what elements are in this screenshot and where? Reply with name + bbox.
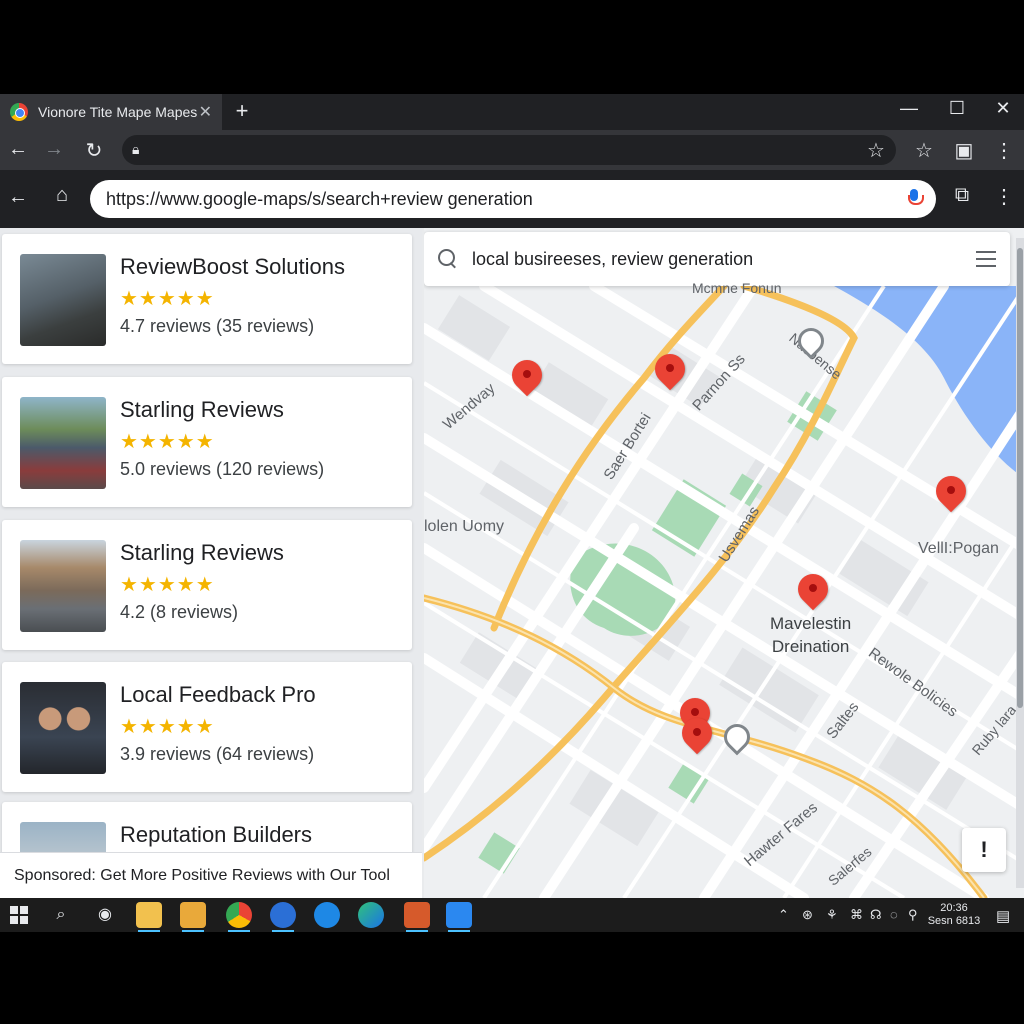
browser-app-icon[interactable] bbox=[270, 902, 296, 932]
clock-date: Sesn 6813 bbox=[927, 915, 981, 927]
hamburger-menu-icon[interactable] bbox=[976, 251, 996, 267]
map-search-query[interactable]: local busireeses, review generation bbox=[472, 249, 976, 270]
folder-icon[interactable] bbox=[180, 902, 206, 932]
chevron-up-icon[interactable]: ⌃ bbox=[778, 907, 789, 923]
map-pin-icon[interactable] bbox=[936, 476, 966, 520]
review-count: 3.9 reviews (64 reviews) bbox=[120, 744, 315, 764]
menu-kebab-icon[interactable]: ⋮ bbox=[990, 184, 1018, 209]
system-clock[interactable]: 20:36 Sesn 6813 bbox=[924, 902, 984, 928]
edge-app-icon[interactable] bbox=[314, 902, 340, 928]
map-view[interactable]: local busireeses, review generation Mcmn… bbox=[424, 228, 1024, 898]
result-card[interactable]: Starling Reviews ★★★★★ 5.0 reviews (120 … bbox=[2, 377, 412, 507]
browser-toolbar: ← → ↻ 🔒︎ ☆ ☆ ▣ ⋮ bbox=[0, 130, 1024, 170]
reload-icon[interactable]: ↻ bbox=[80, 138, 108, 163]
microphone-icon[interactable] bbox=[908, 189, 924, 209]
results-list: ReviewBoost Solutions ★★★★★ 4.7 reviews … bbox=[0, 228, 422, 898]
chrome-favicon-icon bbox=[10, 103, 28, 121]
notification-icon[interactable]: ▤ bbox=[996, 907, 1010, 925]
home-icon[interactable]: ⌂ bbox=[48, 184, 76, 207]
business-photo bbox=[20, 682, 106, 774]
map-search-box[interactable]: local busireeses, review generation bbox=[424, 232, 1010, 286]
star-rating: ★★★★★ bbox=[120, 431, 215, 453]
tray-icon[interactable]: ☊ bbox=[870, 907, 882, 923]
place-marker-icon[interactable] bbox=[724, 724, 746, 754]
map-label: lolen Uomy bbox=[424, 518, 505, 535]
edge-icon[interactable] bbox=[358, 902, 384, 928]
network-icon[interactable]: ⚲ bbox=[908, 907, 918, 923]
feedback-button[interactable]: ! bbox=[962, 828, 1006, 872]
business-photo bbox=[20, 254, 106, 346]
business-name[interactable]: Starling Reviews bbox=[120, 397, 284, 423]
star-rating: ★★★★★ bbox=[120, 288, 215, 310]
tray-icon[interactable]: ⚘ bbox=[826, 907, 838, 923]
sponsored-banner[interactable]: Sponsored: Get More Positive Reviews wit… bbox=[0, 852, 422, 898]
search-icon[interactable]: ⌕ bbox=[48, 902, 74, 928]
tray-icon[interactable]: ⊛ bbox=[802, 907, 813, 923]
new-tab-button[interactable]: + bbox=[230, 98, 254, 124]
camera-icon[interactable]: ◉ bbox=[92, 902, 118, 928]
minimize-button[interactable]: — bbox=[896, 98, 922, 119]
place-name-line: Dreination bbox=[771, 637, 850, 656]
map-label: Mcmne Fonun bbox=[692, 280, 782, 296]
extension-icon[interactable]: ▣ bbox=[950, 138, 978, 163]
star-rating: ★★★★★ bbox=[120, 574, 215, 596]
business-name[interactable]: Starling Reviews bbox=[120, 540, 284, 566]
business-name[interactable]: Local Feedback Pro bbox=[120, 682, 316, 708]
scrollbar[interactable] bbox=[1016, 238, 1024, 888]
tab-bar: Vionore Tite Mape Mapes ✕ + — ☐ ✕ bbox=[0, 94, 1024, 130]
tray-icon[interactable]: ⌘ bbox=[850, 907, 863, 923]
maximize-button[interactable]: ☐ bbox=[944, 98, 970, 119]
map-canvas[interactable] bbox=[424, 228, 1024, 898]
review-count: 4.7 reviews (35 reviews) bbox=[120, 316, 315, 336]
map-pin-icon[interactable] bbox=[512, 360, 542, 404]
review-count: 4.2 (8 reviews) bbox=[120, 602, 239, 622]
forward-arrow-icon[interactable]: → bbox=[40, 138, 68, 161]
browser-tab[interactable]: Vionore Tite Mape Mapes ✕ bbox=[0, 94, 222, 130]
tab-title: Vionore Tite Mape Mapes bbox=[38, 104, 198, 120]
screen: Vionore Tite Mape Mapes ✕ + — ☐ ✕ ← → ↻ … bbox=[0, 94, 1024, 932]
app-icon[interactable] bbox=[404, 902, 430, 932]
star-rating: ★★★★★ bbox=[120, 716, 215, 738]
address-bar[interactable]: https://www.google-maps/s/search+review … bbox=[90, 180, 936, 218]
start-windows-icon[interactable] bbox=[6, 902, 32, 928]
map-label: VellI:Pogan bbox=[918, 540, 999, 557]
result-card[interactable]: Starling Reviews ★★★★★ 4.2 (8 reviews) bbox=[2, 520, 412, 650]
star-icon[interactable]: ☆ bbox=[910, 138, 938, 163]
file-explorer-icon[interactable] bbox=[136, 902, 162, 932]
result-card[interactable]: Local Feedback Pro ★★★★★ 3.9 reviews (64… bbox=[2, 662, 412, 792]
close-window-button[interactable]: ✕ bbox=[990, 98, 1016, 119]
map-pin-icon[interactable] bbox=[798, 574, 828, 618]
taskbar: ⌕ ◉ ⌃ ⊛ ⚘ ⌘ ☊ ◌ ⚲ 20:36 Sesn 6813 ▤ bbox=[0, 898, 1024, 932]
chrome-icon[interactable] bbox=[226, 902, 252, 932]
url-text[interactable]: https://www.google-maps/s/search+review … bbox=[106, 189, 908, 210]
secondary-toolbar: ← ⌂ https://www.google-maps/s/search+rev… bbox=[0, 170, 1024, 228]
back-arrow-icon[interactable]: ← bbox=[4, 138, 32, 161]
business-photo bbox=[20, 397, 106, 489]
business-photo bbox=[20, 540, 106, 632]
clock-time: 20:36 bbox=[940, 902, 968, 914]
search-icon[interactable] bbox=[438, 249, 458, 269]
bookmark-star-icon[interactable]: ☆ bbox=[862, 138, 890, 163]
screenshot-icon[interactable]: ⧉ bbox=[948, 184, 976, 207]
scrollbar-thumb[interactable] bbox=[1017, 248, 1023, 708]
address-bar-top[interactable]: 🔒︎ bbox=[122, 135, 896, 165]
map-place-label: Mavelestin Dreination bbox=[770, 612, 851, 658]
business-name[interactable]: ReviewBoost Solutions bbox=[120, 254, 345, 280]
map-pin-icon[interactable] bbox=[655, 354, 685, 398]
map-pin-icon[interactable] bbox=[682, 718, 712, 762]
business-name[interactable]: Reputation Builders bbox=[120, 822, 312, 848]
result-card[interactable]: ReviewBoost Solutions ★★★★★ 4.7 reviews … bbox=[2, 234, 412, 364]
review-count: 5.0 reviews (120 reviews) bbox=[120, 459, 325, 479]
tray-icon[interactable]: ◌ bbox=[890, 907, 898, 922]
menu-kebab-icon[interactable]: ⋮ bbox=[990, 138, 1018, 163]
page-content: ReviewBoost Solutions ★★★★★ 4.7 reviews … bbox=[0, 228, 1024, 898]
back-arrow-icon[interactable]: ← bbox=[4, 186, 32, 209]
place-marker-icon[interactable] bbox=[798, 328, 820, 358]
tab-close-icon[interactable]: ✕ bbox=[199, 102, 212, 122]
settings-app-icon[interactable] bbox=[446, 902, 472, 932]
lock-icon: 🔒︎ bbox=[132, 141, 140, 157]
